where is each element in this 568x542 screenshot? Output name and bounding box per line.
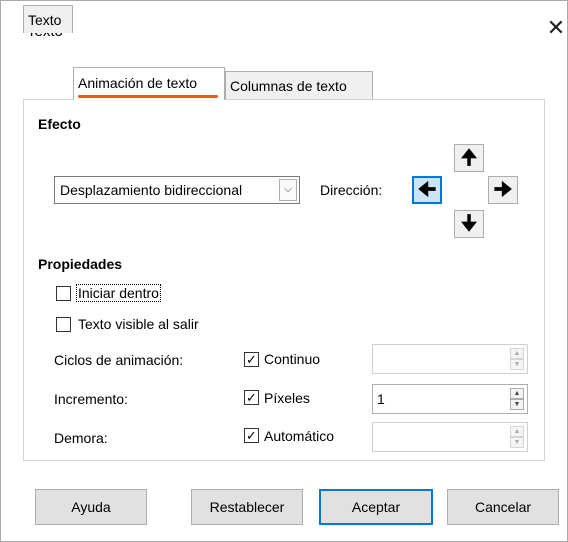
arrow-down-icon: 🠋 <box>460 213 478 235</box>
spin-down-icon[interactable]: ▼ <box>510 359 524 370</box>
checkmark-icon: ✓ <box>246 390 257 405</box>
checkmark-icon: ✓ <box>246 352 257 367</box>
tab-text-columns-label: Columnas de texto <box>230 78 347 94</box>
spin-up-icon[interactable]: ▲ <box>510 348 524 359</box>
automatic-label[interactable]: Automático <box>264 428 334 444</box>
start-inside-label[interactable]: Iniciar dentro <box>76 284 161 302</box>
automatic-checkbox[interactable]: ✓ <box>244 428 259 443</box>
spin-up-icon[interactable]: ▲ <box>510 388 524 399</box>
animation-cycles-label: Ciclos de animación: <box>54 352 184 368</box>
direction-left-button[interactable]: 🠈 <box>412 176 442 204</box>
start-inside-checkbox[interactable] <box>56 286 71 301</box>
ok-button-label: Aceptar <box>351 499 401 515</box>
tab-text-animation[interactable]: Animación de texto <box>73 67 225 100</box>
tab-text-columns[interactable]: Columnas de texto <box>225 71 373 99</box>
spin-down-icon[interactable]: ▼ <box>510 437 524 448</box>
checkmark-icon: ✓ <box>246 428 257 443</box>
continuous-checkbox[interactable]: ✓ <box>244 352 259 367</box>
direction-label: Dirección: <box>320 182 383 198</box>
pixels-label[interactable]: Píxeles <box>264 390 310 406</box>
direction-up-button[interactable]: 🠉 <box>454 144 484 172</box>
animation-panel: Efecto Desplazamiento bidireccional ⌵ Di… <box>23 99 545 461</box>
ok-button[interactable]: Aceptar <box>319 489 433 525</box>
increment-spinbox[interactable]: 1 ▲ ▼ <box>372 384 528 414</box>
close-icon[interactable]: ✕ <box>545 17 567 39</box>
increment-label: Incremento: <box>54 391 128 407</box>
effect-heading: Efecto <box>38 116 81 132</box>
delay-label: Demora: <box>54 430 108 446</box>
title-bar: Texto ✕ <box>1 1 567 63</box>
help-button[interactable]: Ayuda <box>35 489 147 525</box>
tab-text[interactable]: Texto <box>23 5 73 33</box>
increment-value: 1 <box>377 391 385 407</box>
direction-right-button[interactable]: 🠊 <box>488 176 518 204</box>
arrow-up-icon: 🠉 <box>460 147 478 169</box>
arrow-right-icon: 🠊 <box>493 179 513 201</box>
direction-down-button[interactable]: 🠋 <box>454 210 484 238</box>
properties-heading: Propiedades <box>38 256 123 272</box>
tab-text-animation-label: Animación de texto <box>78 75 198 91</box>
effect-select[interactable]: Desplazamiento bidireccional ⌵ <box>54 176 300 204</box>
chevron-down-icon[interactable]: ⌵ <box>279 179 297 201</box>
visible-on-exit-label[interactable]: Texto visible al salir <box>78 316 199 332</box>
delay-spinbox[interactable]: ▲ ▼ <box>372 422 528 452</box>
visible-on-exit-checkbox[interactable] <box>56 317 71 332</box>
pixels-checkbox[interactable]: ✓ <box>244 390 259 405</box>
help-button-label: Ayuda <box>71 499 111 515</box>
cancel-button-label: Cancelar <box>474 499 532 515</box>
effect-select-value: Desplazamiento bidireccional <box>60 182 243 198</box>
reset-button-label: Restablecer <box>209 499 285 515</box>
text-dialog: Texto ✕ Texto Animación de texto Columna… <box>0 0 568 542</box>
animation-cycles-spinbox[interactable]: ▲ ▼ <box>372 344 528 374</box>
reset-button[interactable]: Restablecer <box>191 489 303 525</box>
cancel-button[interactable]: Cancelar <box>447 489 559 525</box>
spin-up-icon[interactable]: ▲ <box>510 426 524 437</box>
spin-down-icon[interactable]: ▼ <box>510 399 524 410</box>
continuous-label[interactable]: Continuo <box>264 351 320 367</box>
arrow-left-icon: 🠈 <box>417 179 437 201</box>
tab-text-label: Texto <box>28 12 62 28</box>
active-tab-indicator <box>78 95 218 98</box>
